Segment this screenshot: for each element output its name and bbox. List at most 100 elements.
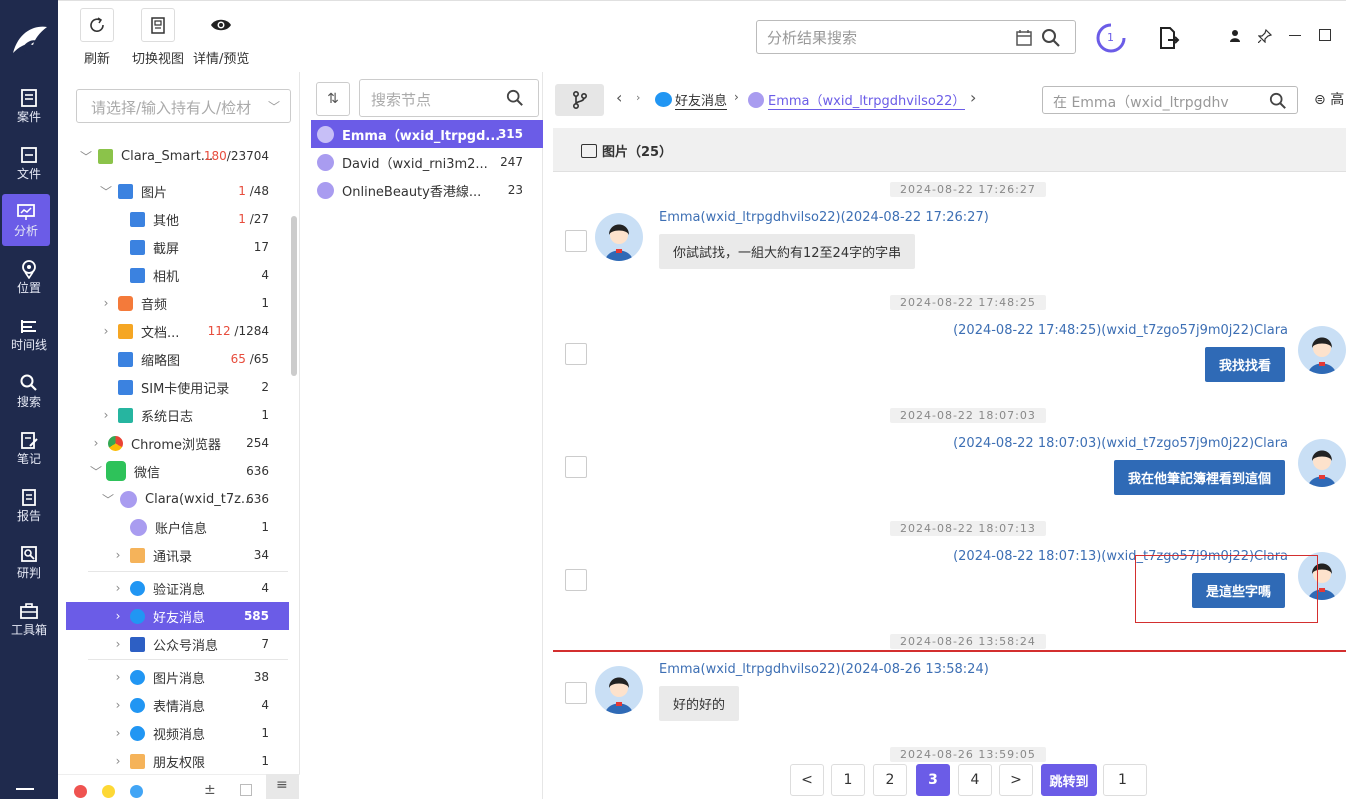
chat-search-input[interactable]: 在 Emma（wxid_ltrpgdhv: [1042, 86, 1298, 114]
pin-icon[interactable]: [1258, 29, 1272, 43]
menu-icon[interactable]: [16, 788, 34, 790]
jump-button[interactable]: 跳转到: [1041, 764, 1097, 796]
sort-icon[interactable]: ⇅: [316, 82, 350, 116]
switch-view-button[interactable]: 切换视图: [132, 8, 184, 67]
tree-node[interactable]: 缩略图 65 /65: [66, 345, 289, 373]
nav-toolbox[interactable]: 工具箱: [0, 593, 58, 645]
nav-label: 分析: [13, 224, 38, 238]
list-view-icon[interactable]: ≡: [266, 774, 299, 799]
message-checkbox[interactable]: [565, 682, 587, 704]
chevron-down-icon: ﹀: [102, 492, 115, 507]
tree-node[interactable]: › 音频 1: [66, 289, 289, 317]
app-logo: [0, 0, 58, 80]
nav-timeline[interactable]: 时间线: [0, 308, 58, 360]
nav-label: 文件: [16, 167, 41, 181]
tree-node[interactable]: › 视频消息 1: [66, 719, 289, 747]
message-checkbox[interactable]: [565, 569, 587, 591]
message-checkbox[interactable]: [565, 456, 587, 478]
tree-node[interactable]: ﹀ 微信 636: [66, 457, 289, 485]
maximize-icon[interactable]: [1319, 29, 1331, 41]
page-button[interactable]: 1: [831, 764, 865, 796]
grid-view-icon[interactable]: [240, 784, 252, 796]
message-bubble[interactable]: 好的好的: [659, 686, 740, 721]
nav-location[interactable]: 位置: [0, 251, 58, 303]
message-checkbox[interactable]: [565, 343, 587, 365]
search-icon[interactable]: [1269, 92, 1287, 110]
node-search-input[interactable]: 搜索节点: [359, 79, 539, 117]
status-dot-red[interactable]: [74, 785, 87, 798]
tree-node[interactable]: › 文档... 112 /1284: [66, 317, 289, 345]
node-count: 247: [500, 155, 523, 169]
tree-node[interactable]: 其他 1 /27: [66, 205, 289, 233]
search-icon[interactable]: [1041, 28, 1061, 48]
calendar-icon[interactable]: [1015, 29, 1033, 47]
chevron-right-icon: ›: [115, 581, 121, 595]
tree-node[interactable]: › 图片消息 38: [66, 663, 289, 691]
prev-page-button[interactable]: <: [790, 764, 824, 796]
tree-scrollbar[interactable]: [291, 216, 297, 376]
tree-node[interactable]: 账户信息 1: [66, 513, 289, 541]
refresh-button[interactable]: 刷新: [80, 8, 114, 67]
tree-node[interactable]: SIM卡使用记录 2: [66, 373, 289, 401]
tree-node[interactable]: › 朋友权限 1: [66, 747, 289, 775]
nav-label: 位置: [16, 281, 41, 295]
message-checkbox[interactable]: [565, 230, 587, 252]
node-item[interactable]: David（wxid_rni3m2... 247: [311, 148, 543, 176]
collapse-icon[interactable]: ±: [204, 782, 216, 798]
page-button[interactable]: 2: [873, 764, 907, 796]
tree-node[interactable]: › 表情消息 4: [66, 691, 289, 719]
tree-node[interactable]: › 公众号消息 7: [66, 630, 289, 658]
nav-report[interactable]: 报告: [0, 479, 58, 531]
nav-judge[interactable]: 研判: [0, 536, 58, 588]
detail-preview-button[interactable]: 详情/预览: [193, 8, 249, 67]
message-bubble[interactable]: 我找找看: [1204, 347, 1285, 382]
status-dot-yellow[interactable]: [102, 785, 115, 798]
breadcrumb-contact[interactable]: Emma（wxid_ltrpgdhvilso22）: [768, 90, 966, 110]
photos-tab[interactable]: 图片（25）: [581, 141, 672, 160]
tree-count: 4: [261, 698, 269, 712]
node-item-selected[interactable]: Emma（wxid_ltrpgd... 315: [311, 120, 543, 148]
branch-icon[interactable]: [555, 84, 604, 116]
status-dot-blue[interactable]: [130, 785, 143, 798]
message-bubble[interactable]: 我在他筆記簿裡看到這個: [1113, 460, 1285, 495]
export-icon[interactable]: [1158, 26, 1180, 50]
user-icon[interactable]: [1229, 29, 1241, 42]
advanced-search-button[interactable]: ⊜ 高: [1314, 89, 1344, 109]
message-bubble[interactable]: 你試試找，一組大約有12至24字的字串: [659, 234, 916, 269]
avatar-icon: [317, 125, 334, 143]
page-button-active[interactable]: 3: [916, 764, 950, 796]
breadcrumb-forward-icon[interactable]: ›: [970, 88, 976, 107]
breadcrumb-friend-messages[interactable]: 好友消息: [675, 90, 728, 110]
tree-node[interactable]: ﹀ Clara_Smart... 180/23704: [66, 142, 289, 170]
nav-search[interactable]: 搜索: [0, 365, 58, 417]
node-label: Emma（wxid_ltrpgd...: [342, 128, 501, 144]
tree-label: 截屏: [153, 241, 180, 257]
tree-node[interactable]: › 系统日志 1: [66, 401, 289, 429]
nav-analysis[interactable]: 分析: [2, 194, 50, 246]
nav-file[interactable]: 文件: [0, 137, 58, 189]
tree-node-selected[interactable]: › 好友消息 585: [66, 602, 289, 630]
tree-label: 缩略图: [141, 353, 181, 369]
nav-case[interactable]: 案件: [0, 80, 58, 132]
node-item[interactable]: OnlineBeauty香港線... 23: [311, 176, 543, 204]
tree-node[interactable]: › 验证消息 4: [66, 574, 289, 602]
chat-bubble-icon: [655, 92, 672, 107]
minimize-icon[interactable]: [1289, 35, 1301, 36]
owner-select[interactable]: 请选择/输入持有人/检材 ﹀: [76, 89, 291, 123]
chat-bubble-icon: [130, 580, 145, 596]
tree-node[interactable]: 相机 4: [66, 261, 289, 289]
jump-page-input[interactable]: 1: [1103, 764, 1147, 796]
chevron-right-icon: ›: [115, 754, 121, 768]
next-page-button[interactable]: >: [999, 764, 1033, 796]
analysis-search-input[interactable]: 分析结果搜索: [756, 20, 1076, 54]
tree-node[interactable]: ﹀ 图片 1 /48: [66, 177, 289, 205]
nav-note[interactable]: 笔记: [0, 422, 58, 474]
page-button[interactable]: 4: [958, 764, 992, 796]
tree-node[interactable]: 截屏 17: [66, 233, 289, 261]
tree-node[interactable]: ﹀ Clara(wxid_t7z... 636: [66, 485, 289, 513]
task-progress-icon[interactable]: 1: [1095, 22, 1127, 54]
search-icon[interactable]: [506, 89, 524, 107]
tree-node[interactable]: › Chrome浏览器 254: [66, 429, 289, 457]
breadcrumb-back-icon[interactable]: ‹: [616, 88, 622, 107]
tree-node[interactable]: › 通讯录 34: [66, 541, 289, 569]
